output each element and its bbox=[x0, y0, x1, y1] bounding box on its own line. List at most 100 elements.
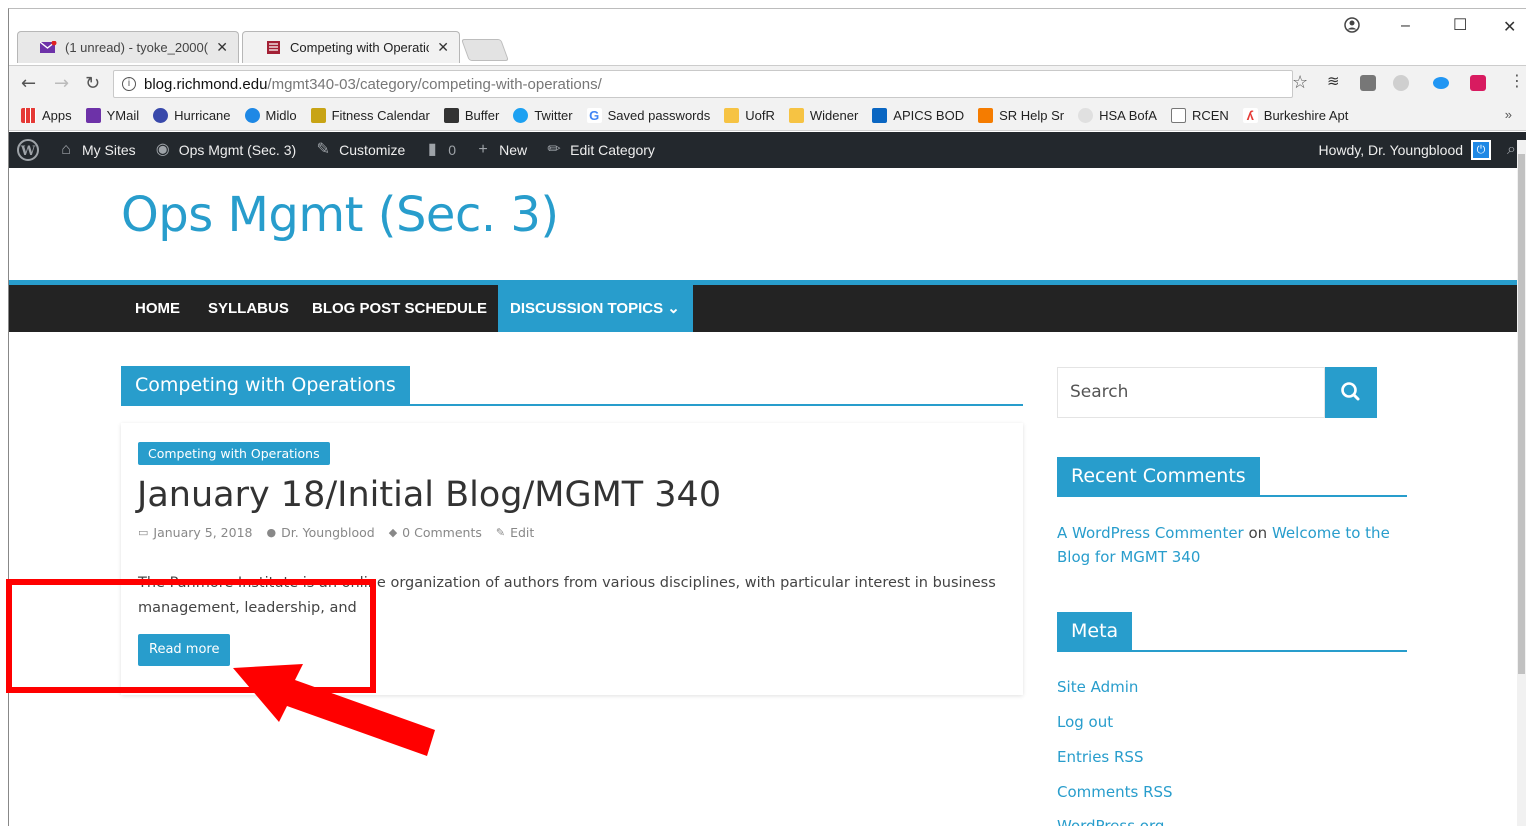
pencil-icon: ✏ bbox=[547, 141, 561, 158]
widget-title: Meta bbox=[1057, 612, 1133, 650]
bookmark-hurricane[interactable]: Hurricane bbox=[153, 108, 231, 123]
comment-icon: ◆ bbox=[388, 526, 398, 539]
admin-edit-category[interactable]: ✏ Edit Category bbox=[545, 141, 655, 159]
post-date[interactable]: ▭ January 5, 2018 bbox=[138, 525, 252, 540]
admin-site-name[interactable]: ◉ Ops Mgmt (Sec. 3) bbox=[154, 141, 296, 159]
search-input[interactable]: Search bbox=[1057, 367, 1325, 418]
tab-strip: (1 unread) - tyoke_2000( ✕ Competing wit… bbox=[9, 9, 1526, 65]
tab-ymail[interactable]: (1 unread) - tyoke_2000( ✕ bbox=[17, 31, 239, 63]
meta-wordpress-link[interactable]: WordPress.org bbox=[1057, 817, 1164, 826]
category-badge[interactable]: Competing with Operations bbox=[138, 442, 330, 465]
bookmark-label: Buffer bbox=[464, 108, 500, 123]
comment-on-text: on bbox=[1248, 524, 1268, 542]
extension-icon[interactable] bbox=[1360, 75, 1376, 91]
tab-competing[interactable]: Competing with Operatic ✕ bbox=[242, 31, 460, 63]
post-title[interactable]: January 18/Initial Blog/MGMT 340 bbox=[137, 475, 721, 515]
recent-comment-item: A WordPress Commenter on Welcome to the … bbox=[1057, 521, 1402, 569]
bookmark-star-icon[interactable]: ☆ bbox=[1292, 72, 1308, 93]
bookmark-uofr[interactable]: UofR bbox=[724, 108, 775, 123]
bookmark-fitness-calendar[interactable]: Fitness Calendar bbox=[310, 108, 430, 123]
scrollbar-thumb[interactable] bbox=[1518, 154, 1525, 674]
extension-icon[interactable] bbox=[1393, 75, 1409, 91]
comment-count: 0 bbox=[448, 142, 457, 158]
wp-logo-icon[interactable]: W bbox=[17, 139, 39, 161]
address-bar[interactable]: i blog.richmond.edu/mgmt340-03/category/… bbox=[113, 70, 1293, 98]
bookmark-buffer[interactable]: Buffer bbox=[443, 108, 500, 123]
profile-icon[interactable] bbox=[1344, 17, 1360, 38]
url-path: /mgmt340-03/category/competing-with-oper… bbox=[267, 75, 602, 93]
mail-icon bbox=[85, 108, 101, 123]
bookmark-ymail[interactable]: YMail bbox=[85, 108, 139, 123]
buffer-extension-icon[interactable]: ≋ bbox=[1327, 72, 1343, 90]
bookmarks-bar: Apps YMail Hurricane Midlo Fitness Calen… bbox=[9, 101, 1526, 131]
calendar-icon: ▭ bbox=[138, 526, 149, 539]
post-edit[interactable]: ✎ Edit bbox=[496, 525, 534, 540]
apps-icon bbox=[21, 108, 36, 123]
bookmark-sr-help[interactable]: SR Help Sr bbox=[978, 108, 1064, 123]
cloud-extension-icon[interactable] bbox=[1433, 77, 1449, 89]
menu-icon[interactable]: ⋮ bbox=[1509, 71, 1525, 90]
meta-entries-rss-link[interactable]: Entries RSS bbox=[1057, 748, 1143, 766]
admin-label: Edit Category bbox=[570, 142, 655, 158]
site-title[interactable]: Ops Mgmt (Sec. 3) bbox=[121, 187, 559, 243]
url-host: blog.richmond.edu bbox=[144, 75, 268, 93]
nav-blog-post-schedule[interactable]: BLOG POST SCHEDULE bbox=[300, 285, 499, 332]
post-date-label: January 5, 2018 bbox=[153, 525, 253, 540]
tab-title: Competing with Operatic bbox=[290, 40, 430, 55]
bookmark-saved-passwords[interactable]: G Saved passwords bbox=[586, 108, 711, 123]
reload-icon[interactable]: ↻ bbox=[85, 73, 100, 94]
back-arrow-icon[interactable]: ← bbox=[21, 73, 36, 94]
search-icon[interactable]: ⌕ bbox=[1507, 141, 1516, 159]
bookmark-label: Saved passwords bbox=[607, 108, 711, 123]
meta-site-admin-link[interactable]: Site Admin bbox=[1057, 678, 1138, 696]
twitter-icon bbox=[513, 108, 529, 123]
bookmark-twitter[interactable]: Twitter bbox=[513, 108, 573, 123]
nav-discussion-topics[interactable]: DISCUSSION TOPICS ⌄ bbox=[498, 285, 693, 332]
comment-author-link[interactable]: A WordPress Commenter bbox=[1057, 524, 1244, 542]
meta-comments-rss-link[interactable]: Comments RSS bbox=[1057, 783, 1173, 801]
main-navigation: HOME SYLLABUS BLOG POST SCHEDULE DISCUSS… bbox=[9, 285, 1517, 332]
search-button[interactable] bbox=[1325, 367, 1377, 418]
nav-home[interactable]: HOME bbox=[123, 285, 192, 332]
bookmark-apps[interactable]: Apps bbox=[21, 108, 72, 123]
post-comments[interactable]: ◆ 0 Comments bbox=[389, 525, 482, 540]
close-icon[interactable]: ✕ bbox=[437, 39, 449, 56]
bookmark-label: Widener bbox=[809, 108, 859, 123]
bookmark-apics-bod[interactable]: APICS BOD bbox=[872, 108, 964, 123]
bookmark-hsa-bofa[interactable]: HSA BofA bbox=[1078, 108, 1157, 123]
page-icon bbox=[1170, 108, 1186, 123]
midlo-icon bbox=[244, 108, 260, 123]
admin-comments[interactable]: ▮ 0 bbox=[423, 141, 456, 159]
bookmark-midlo[interactable]: Midlo bbox=[244, 108, 297, 123]
nav-syllabus[interactable]: SYLLABUS bbox=[196, 285, 301, 332]
admin-label: My Sites bbox=[82, 142, 136, 158]
avatar[interactable]: ⏻ bbox=[1471, 140, 1492, 160]
admin-new[interactable]: + New bbox=[474, 141, 527, 159]
forward-arrow-icon[interactable]: → bbox=[54, 73, 69, 94]
extension-icon[interactable] bbox=[1470, 75, 1486, 91]
close-icon[interactable]: ✕ bbox=[216, 39, 228, 56]
minimize-icon[interactable]: – bbox=[1401, 17, 1410, 35]
window-close-icon[interactable]: ✕ bbox=[1503, 17, 1516, 37]
sites-icon: ⌂ bbox=[61, 141, 71, 158]
widget-title: Recent Comments bbox=[1057, 457, 1260, 495]
burkeshire-icon: ʎ bbox=[1242, 108, 1258, 123]
maximize-icon[interactable]: ☐ bbox=[1453, 15, 1467, 35]
comment-icon: ▮ bbox=[427, 141, 437, 158]
post-author[interactable]: ● Dr. Youngblood bbox=[266, 525, 374, 540]
info-icon[interactable]: i bbox=[122, 77, 136, 91]
bookmark-rcen[interactable]: RCEN bbox=[1170, 108, 1229, 123]
admin-howdy[interactable]: Howdy, Dr. Youngblood bbox=[1319, 142, 1464, 158]
bookmarks-overflow-icon[interactable]: » bbox=[1505, 107, 1512, 122]
new-tab-button[interactable] bbox=[460, 39, 510, 61]
bookmark-burkeshire[interactable]: ʎ Burkeshire Apt bbox=[1242, 108, 1349, 123]
svg-text:W: W bbox=[20, 144, 36, 159]
meta-heading: Meta bbox=[1057, 612, 1407, 652]
meta-logout-link[interactable]: Log out bbox=[1057, 713, 1113, 731]
calendar-icon bbox=[310, 108, 326, 123]
admin-my-sites[interactable]: ⌂ My Sites bbox=[57, 141, 136, 159]
bookmark-widener[interactable]: Widener bbox=[788, 108, 859, 123]
admin-customize[interactable]: ✎ Customize bbox=[314, 141, 405, 159]
bookmark-label: Burkeshire Apt bbox=[1263, 108, 1349, 123]
archive-title: Competing with Operations bbox=[121, 366, 410, 404]
